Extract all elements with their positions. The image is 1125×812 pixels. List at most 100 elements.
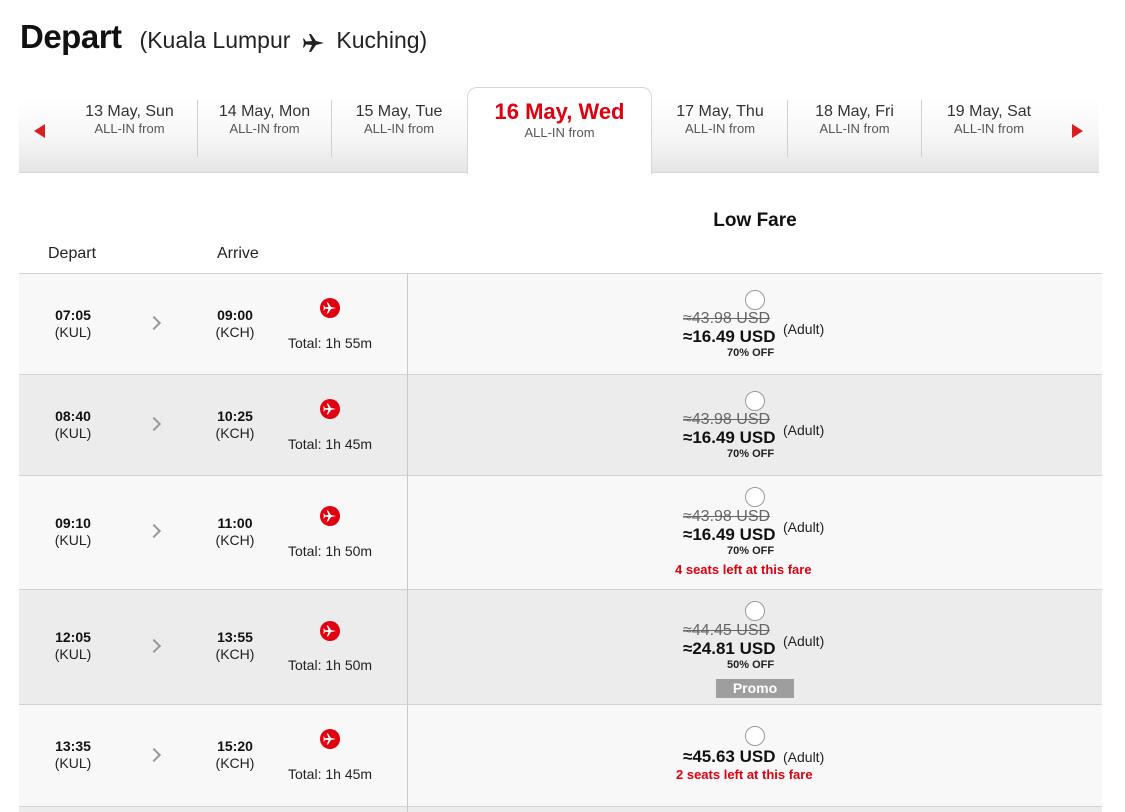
flight-duration: Total: 1h 45m: [288, 436, 373, 452]
route-destination: Kuching: [336, 27, 420, 53]
date-sub: ALL-IN from: [524, 125, 595, 140]
date-tab[interactable]: 14 May, Mon ALL-IN from: [198, 98, 331, 158]
page-header: Depart (Kuala Lumpur Kuching): [20, 18, 427, 56]
passenger-type: (Adult): [783, 321, 825, 337]
airasia-logo-icon: [320, 729, 340, 749]
discount-label: 70% OFF: [727, 448, 775, 460]
route-origin: Kuala Lumpur: [147, 27, 291, 53]
depart-airport: (KUL): [54, 425, 92, 441]
original-price: ≈43.98 USD: [683, 411, 771, 428]
passenger-type: (Adult): [783, 422, 825, 438]
date-label: 18 May, Fri: [815, 103, 894, 120]
passenger-type: (Adult): [783, 749, 825, 765]
route-close-paren: ): [419, 27, 428, 53]
date-sub: ALL-IN from: [819, 121, 890, 136]
flight-row[interactable]: 09:10 (KUL) 11:00 (KCH) Total: 1h 50m ≈4…: [19, 476, 1102, 590]
fare-radio[interactable]: [745, 290, 765, 310]
fare-radio[interactable]: [745, 391, 765, 411]
fare-radio[interactable]: [745, 487, 765, 507]
plane-icon: [303, 33, 325, 52]
date-sub: ALL-IN from: [229, 121, 300, 136]
arrive-time: 11:00: [217, 515, 253, 531]
airasia-logo-icon: [320, 399, 340, 419]
column-divider: [407, 375, 408, 475]
depart-airport: (KUL): [54, 646, 92, 662]
discount-label: 70% OFF: [727, 545, 775, 557]
date-label: 19 May, Sat: [946, 103, 1032, 120]
fare-column-header: Low Fare: [713, 210, 797, 231]
date-tab[interactable]: 17 May, Thu ALL-IN from: [653, 98, 787, 158]
arrive-time: 13:55: [217, 629, 253, 645]
arrive-time: 15:20: [217, 738, 253, 754]
column-divider: [407, 274, 408, 374]
chevron-right-icon: [146, 638, 162, 654]
fare-price: ≈24.81 USD: [683, 639, 776, 658]
original-price: ≈43.98 USD: [683, 508, 771, 525]
date-label: 16 May, Wed: [494, 99, 625, 124]
fare-price: ≈16.49 USD: [683, 327, 776, 346]
depart-time: 12:05: [55, 629, 91, 645]
arrive-airport: (KCH): [215, 425, 255, 441]
chevron-right-icon: [146, 747, 162, 763]
column-divider: [407, 476, 408, 589]
passenger-type: (Adult): [783, 519, 825, 535]
arrow-right-icon[interactable]: [1072, 124, 1083, 138]
flight-duration: Total: 1h 50m: [288, 543, 373, 559]
depart-column-header: Depart: [48, 245, 97, 262]
flight-row[interactable]: 08:40 (KUL) 10:25 (KCH) Total: 1h 45m ≈4…: [19, 375, 1102, 476]
airasia-logo-icon: [320, 621, 340, 641]
chevron-right-icon: [146, 416, 162, 432]
date-sub: ALL-IN from: [953, 121, 1025, 136]
date-label: 14 May, Mon: [218, 103, 311, 120]
depart-airport: (KUL): [54, 755, 92, 771]
depart-time: 07:05: [55, 307, 91, 323]
arrive-airport: (KCH): [215, 755, 255, 771]
flight-row-partial: [19, 807, 1102, 812]
fare-price: ≈16.49 USD: [683, 525, 776, 544]
airasia-logo-icon: [320, 506, 340, 526]
column-divider: [407, 590, 408, 704]
date-sub: ALL-IN from: [363, 121, 435, 136]
route: (Kuala Lumpur Kuching): [140, 27, 428, 54]
date-tab-active[interactable]: 16 May, Wed ALL-IN from: [467, 87, 652, 174]
flight-duration: Total: 1h 50m: [288, 657, 373, 673]
discount-label: 70% OFF: [727, 347, 775, 359]
fare-price: ≈45.63 USD: [683, 747, 776, 766]
depart-airport: (KUL): [54, 532, 92, 548]
chevron-right-icon: [146, 315, 162, 331]
original-price: ≈44.45 USD: [683, 622, 771, 639]
date-label: 17 May, Thu: [676, 103, 764, 120]
arrive-column-header: Arrive: [217, 245, 259, 262]
column-divider: [407, 705, 408, 806]
date-sub: ALL-IN from: [94, 121, 165, 136]
date-tab[interactable]: 19 May, Sat ALL-IN from: [922, 98, 1056, 158]
route-open-paren: (: [139, 27, 148, 53]
arrive-time: 10:25: [217, 408, 253, 424]
arrow-left-icon[interactable]: [34, 124, 45, 138]
fare-radio[interactable]: [745, 726, 765, 746]
date-tab[interactable]: 13 May, Sun ALL-IN from: [63, 98, 196, 158]
depart-airport: (KUL): [54, 324, 92, 340]
date-label: 15 May, Tue: [355, 103, 443, 120]
discount-label: 50% OFF: [727, 659, 775, 671]
fare-radio[interactable]: [745, 601, 765, 621]
flight-duration: Total: 1h 45m: [288, 766, 373, 782]
arrive-airport: (KCH): [215, 646, 255, 662]
flight-row[interactable]: 12:05 (KUL) 13:55 (KCH) Total: 1h 50m ≈4…: [19, 590, 1102, 705]
passenger-type: (Adult): [783, 633, 825, 649]
date-label: 13 May, Sun: [85, 103, 174, 120]
date-tab[interactable]: 18 May, Fri ALL-IN from: [788, 98, 921, 158]
flight-row[interactable]: 07:05 (KUL) 09:00 (KCH) Total: 1h 55m ≈4…: [19, 274, 1102, 375]
depart-time: 08:40: [55, 408, 91, 424]
arrive-time: 09:00: [217, 307, 253, 323]
date-tab[interactable]: 15 May, Tue ALL-IN from: [332, 98, 466, 158]
date-sub: ALL-IN from: [684, 121, 756, 136]
page-title: Depart: [20, 18, 122, 55]
airasia-logo-icon: [320, 298, 340, 318]
arrive-airport: (KCH): [215, 324, 255, 340]
depart-time: 13:35: [55, 738, 91, 754]
column-divider: [407, 807, 408, 812]
original-price: ≈43.98 USD: [683, 310, 771, 327]
flight-row[interactable]: 13:35 (KUL) 15:20 (KCH) Total: 1h 45m ≈4…: [19, 705, 1102, 807]
depart-time: 09:10: [55, 515, 91, 531]
